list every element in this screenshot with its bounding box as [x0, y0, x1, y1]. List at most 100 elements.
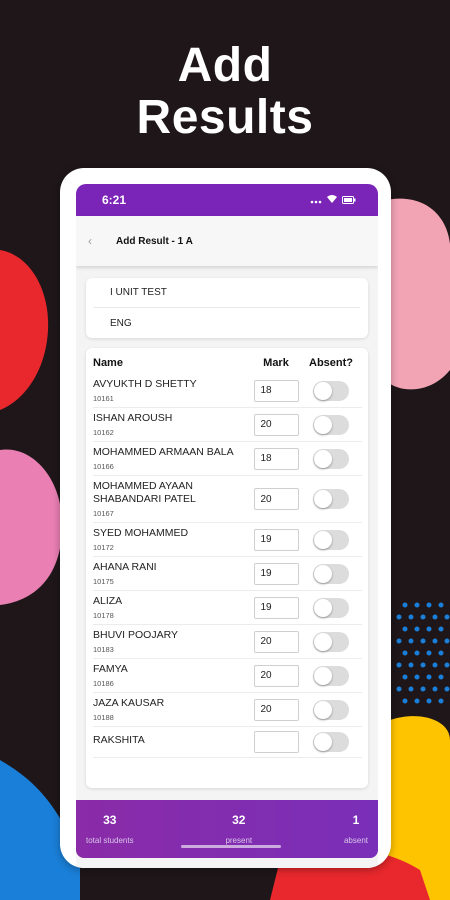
toggle-knob	[314, 632, 332, 651]
absent-toggle[interactable]	[313, 597, 349, 618]
mark-input[interactable]: 20	[253, 488, 299, 510]
table-body: AVYUKTH D SHETTY 10161 18 ISHAN AROUSH 10162…	[93, 374, 362, 758]
absent-cell	[300, 563, 362, 584]
app-bar: ‹ Add Result - 1 A	[76, 216, 378, 266]
page-title: Add Result - 1 A	[116, 235, 193, 247]
mark-cell: 20	[252, 698, 300, 721]
student-name: FAMYA	[93, 663, 128, 675]
mark-input[interactable]: 19	[253, 562, 299, 585]
student-name: ALIZA	[93, 595, 123, 607]
home-indicator	[181, 845, 281, 848]
stat-absent-label: absent	[343, 836, 368, 845]
absent-toggle[interactable]	[313, 380, 349, 401]
mark-cell	[252, 731, 300, 753]
stat-absent-value: 1	[352, 813, 360, 827]
mark-input[interactable]: 19	[253, 596, 299, 619]
toggle-knob	[314, 490, 332, 508]
mark-input[interactable]: 20	[253, 664, 299, 687]
status-time: 6:21	[102, 193, 127, 207]
student-cell: MOHAMMED ARMAAN BALA 10166	[93, 446, 252, 471]
wifi-icon	[326, 193, 338, 207]
table-row: AVYUKTH D SHETTY 10161 18	[93, 374, 362, 408]
toggle-knob	[314, 700, 332, 719]
absent-cell	[300, 631, 362, 652]
mark-cell: 18	[252, 447, 300, 470]
toggle-knob	[314, 415, 332, 434]
absent-toggle[interactable]	[313, 414, 349, 435]
absent-toggle[interactable]	[313, 631, 349, 652]
toggle-knob	[314, 564, 332, 583]
stat-present-value: 32	[232, 813, 246, 827]
back-arrow-icon[interactable]: ‹	[88, 234, 116, 248]
phone-frame: 6:21 ‹ Add Result - 1 A I UNIT TEST ENG	[60, 168, 391, 868]
promo-line-1: Add	[177, 39, 273, 92]
mark-input[interactable]	[253, 731, 299, 753]
toggle-knob	[314, 381, 332, 400]
toggle-knob	[314, 449, 332, 468]
dots-icon	[310, 193, 322, 207]
promo-line-2: Results	[136, 91, 314, 144]
header-mark: Mark	[263, 357, 289, 369]
student-name: JAZA KAUSAR	[93, 697, 165, 709]
mark-input[interactable]: 20	[253, 698, 299, 721]
absent-cell	[300, 380, 362, 401]
student-id: 10178	[93, 611, 114, 620]
student-name: AVYUKTH D SHETTY	[93, 378, 197, 390]
toggle-knob	[314, 530, 332, 549]
mark-cell: 18	[252, 379, 300, 402]
student-id: 10172	[93, 543, 114, 552]
absent-toggle[interactable]	[313, 699, 349, 720]
absent-cell	[300, 529, 362, 550]
mark-cell: 19	[252, 596, 300, 619]
absent-cell	[300, 489, 362, 509]
absent-toggle[interactable]	[313, 448, 349, 469]
absent-cell	[300, 699, 362, 720]
mark-input[interactable]: 20	[253, 413, 299, 436]
blob-blue-dots	[396, 602, 450, 704]
student-name: RAKSHITA	[93, 734, 145, 746]
mark-input[interactable]: 18	[253, 379, 299, 402]
absent-toggle[interactable]	[313, 563, 349, 584]
table-row: MOHAMMED AYAAN SHABANDARI PATEL 10167 20	[93, 476, 362, 523]
mark-cell: 20	[252, 413, 300, 436]
table-row: ALIZA 10178 19	[93, 591, 362, 625]
absent-cell	[300, 597, 362, 618]
absent-cell	[300, 732, 362, 752]
absent-cell	[300, 414, 362, 435]
table-row: SYED MOHAMMED 10172 19	[93, 523, 362, 557]
exam-test-select[interactable]: I UNIT TEST	[94, 278, 360, 308]
status-icons	[310, 193, 356, 207]
status-bar: 6:21	[76, 184, 378, 216]
app-screen: 6:21 ‹ Add Result - 1 A I UNIT TEST ENG	[76, 184, 378, 868]
toggle-knob	[314, 733, 332, 751]
table-row: JAZA KAUSAR 10188 20	[93, 693, 362, 727]
absent-cell	[300, 448, 362, 469]
blob-red-left	[0, 250, 49, 410]
absent-toggle[interactable]	[313, 529, 349, 550]
student-cell: SYED MOHAMMED 10172	[93, 527, 252, 552]
summary-footer: 33 total students 32 present 1 absent	[76, 800, 378, 858]
student-cell: BHUVI POOJARY 10183	[93, 629, 252, 654]
mark-input[interactable]: 18	[253, 447, 299, 470]
mark-input[interactable]: 19	[253, 528, 299, 551]
student-id: 10167	[93, 509, 114, 518]
student-name: BHUVI POOJARY	[93, 629, 178, 641]
mark-cell: 20	[252, 488, 300, 510]
student-cell: ALIZA 10178	[93, 595, 252, 620]
exam-info-card: I UNIT TEST ENG	[86, 278, 368, 338]
absent-toggle[interactable]	[313, 665, 349, 686]
mark-input[interactable]: 20	[253, 630, 299, 653]
student-id: 10166	[93, 462, 114, 471]
exam-subject-select[interactable]: ENG	[94, 308, 360, 338]
mark-cell: 20	[252, 664, 300, 687]
absent-toggle[interactable]	[313, 732, 349, 752]
table-row: FAMYA 10186 20	[93, 659, 362, 693]
student-name: MOHAMMED ARMAAN BALA	[93, 446, 234, 458]
student-id: 10161	[93, 394, 114, 403]
student-cell: JAZA KAUSAR 10188	[93, 697, 252, 722]
student-cell: RAKSHITA	[93, 734, 252, 750]
student-cell: AVYUKTH D SHETTY 10161	[93, 378, 252, 403]
mark-cell: 19	[252, 562, 300, 585]
promo-headline: Add Results	[0, 40, 450, 144]
absent-toggle[interactable]	[313, 489, 349, 509]
